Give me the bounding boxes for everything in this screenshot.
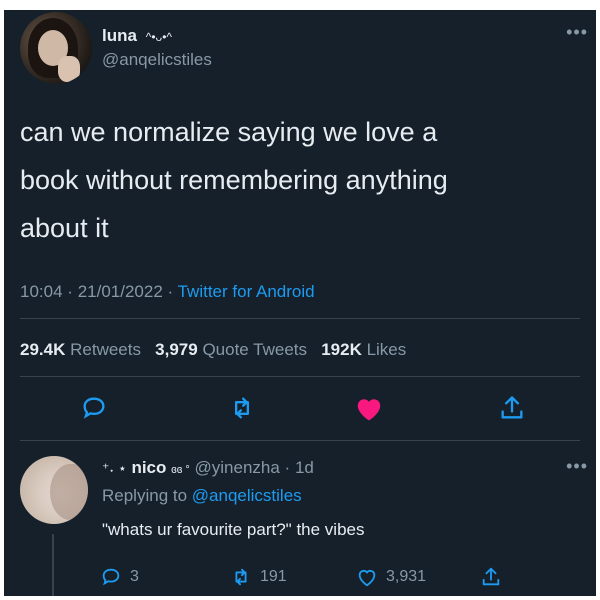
tweet-text: can we normalize saying we love a book w… bbox=[20, 108, 580, 252]
like-heart-icon[interactable] bbox=[354, 394, 382, 422]
tweet-date[interactable]: 21/01/2022 bbox=[78, 282, 163, 301]
reply-reply-button[interactable]: 3 bbox=[100, 566, 139, 588]
reply-icon bbox=[102, 568, 120, 586]
meta-separator: · bbox=[167, 282, 174, 301]
tweet-text-line: can we normalize saying we love a bbox=[20, 117, 438, 147]
meta-separator: · bbox=[284, 458, 291, 477]
replying-to-handle[interactable]: @anqelicstiles bbox=[192, 486, 302, 505]
reply-handle[interactable]: @yinenzha bbox=[195, 458, 280, 477]
like-count: 3,931 bbox=[386, 568, 427, 585]
reply-like-button[interactable]: 3,931 bbox=[356, 566, 426, 588]
author-name[interactable]: luna ^•ᴗ•^ bbox=[102, 26, 172, 46]
tweet-screenshot: luna ^•ᴗ•^ @anqelicstiles ••• can we nor… bbox=[4, 10, 596, 596]
replying-to: Replying to @anqelicstiles bbox=[102, 486, 302, 505]
likes-stat[interactable]: 192K Likes bbox=[321, 340, 406, 359]
retweet-icon bbox=[235, 568, 247, 586]
thread-line bbox=[52, 534, 54, 596]
tweet-client-link[interactable]: Twitter for Android bbox=[178, 282, 315, 301]
author-handle[interactable]: @anqelicstiles bbox=[102, 50, 212, 70]
reply-author-avatar[interactable] bbox=[20, 456, 88, 524]
share-icon bbox=[482, 567, 500, 586]
divider bbox=[20, 376, 580, 377]
avatar-hair bbox=[50, 464, 88, 520]
reply-retweet-button[interactable]: 191 bbox=[230, 566, 287, 588]
tweet-meta: 10:04 · 21/01/2022 · Twitter for Android bbox=[20, 282, 315, 302]
reply-time[interactable]: 1d bbox=[295, 458, 314, 477]
reply-author-name[interactable]: ⁺˖ ⋆ nico ɞɞ ° bbox=[102, 458, 195, 477]
tweet-time[interactable]: 10:04 bbox=[20, 282, 63, 301]
tweet-stats: 29.4K Retweets 3,979 Quote Tweets 192K L… bbox=[20, 340, 406, 360]
divider bbox=[20, 440, 580, 441]
divider bbox=[20, 318, 580, 319]
retweet-icon[interactable] bbox=[228, 394, 256, 422]
share-icon[interactable] bbox=[498, 394, 526, 422]
heart-icon bbox=[358, 570, 376, 587]
tweet-text-line: book without remembering anything bbox=[20, 165, 448, 195]
reply-text: "whats ur favourite part?" the vibes bbox=[102, 520, 365, 539]
meta-separator: · bbox=[67, 282, 73, 301]
author-name-emoji: ^•ᴗ•^ bbox=[145, 30, 173, 44]
reply-more-options-icon[interactable]: ••• bbox=[566, 456, 588, 477]
reply-header: ⁺˖ ⋆ nico ɞɞ ° @yinenzha · 1d bbox=[102, 458, 314, 478]
retweet-count: 191 bbox=[260, 568, 287, 585]
retweets-stat[interactable]: 29.4K Retweets bbox=[20, 340, 141, 359]
reply-icon[interactable] bbox=[80, 394, 108, 422]
reply-share-button[interactable] bbox=[480, 566, 510, 588]
reply-count: 3 bbox=[130, 568, 139, 585]
avatar-hand bbox=[58, 56, 80, 82]
more-options-icon[interactable]: ••• bbox=[566, 22, 588, 43]
quote-tweets-stat[interactable]: 3,979 Quote Tweets bbox=[155, 340, 307, 359]
author-avatar[interactable] bbox=[20, 12, 92, 84]
tweet-text-line: about it bbox=[20, 213, 109, 243]
